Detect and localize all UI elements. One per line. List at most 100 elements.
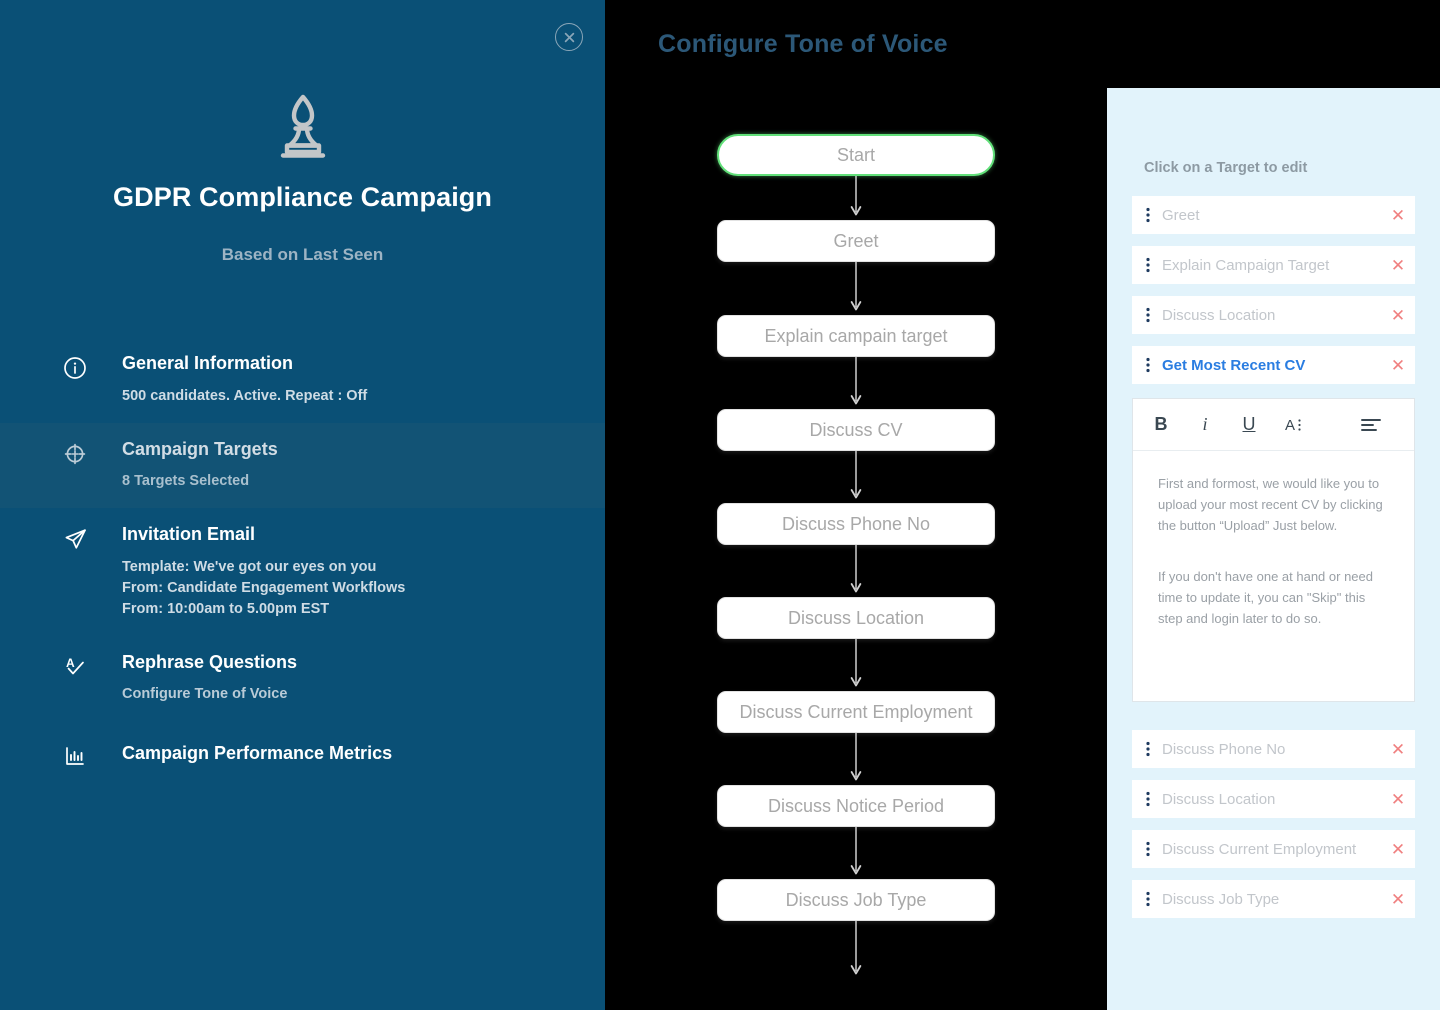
sidebar-item-sublabel: 8 Targets Selected — [122, 473, 250, 490]
drag-handle-icon[interactable] — [1132, 740, 1160, 758]
sidebar-item-general-information[interactable]: General Information 500 candidates. Acti… — [0, 337, 605, 423]
editor-paragraph: If you don't have one at hand or need ti… — [1158, 569, 1373, 627]
campaign-header: GDPR Compliance Campaign Based on Last S… — [0, 0, 605, 265]
target-label: Get Most Recent CV — [1162, 356, 1306, 374]
flow-node-label: Discuss CV — [809, 419, 903, 440]
sidebar-item-sublabel: 500 candidates. Active. Repeat : Off — [122, 387, 368, 404]
target-row-greet[interactable]: Greet ✕ — [1132, 196, 1415, 234]
editor-content[interactable]: First and formost, we would like you to … — [1133, 451, 1414, 701]
flow-node-label: Discuss Phone No — [781, 513, 931, 534]
flow-node-label: Discuss Job Type — [785, 889, 927, 910]
invitation-hours-line: From: 10:00am to 5.00pm EST — [122, 600, 330, 617]
page-title: GDPR Compliance Campaign — [113, 182, 492, 212]
info-circle-icon — [62, 355, 88, 381]
sidebar-item-campaign-performance-metrics[interactable]: Campaign Performance Metrics — [0, 721, 605, 787]
target-label: Discuss Phone No — [1162, 740, 1286, 758]
target-crosshair-icon — [62, 441, 88, 467]
align-left-icon[interactable] — [1361, 413, 1381, 437]
flow-node-greet[interactable]: Greet — [717, 220, 995, 262]
sidebar-item-label: Campaign Targets — [122, 438, 278, 459]
flow-node-label: Greet — [833, 230, 879, 251]
flow-node-discuss-cv[interactable]: Discuss CV — [717, 409, 995, 451]
close-icon[interactable]: ✕ — [1381, 841, 1415, 858]
sidebar-item-label: Invitation Email — [122, 524, 256, 545]
flow-node-discuss-current-employment[interactable]: Discuss Current Employment — [717, 691, 995, 733]
flow-node-label: Explain campain target — [764, 325, 948, 346]
close-icon[interactable]: ✕ — [1381, 891, 1415, 908]
flow-node-explain-campaign-target[interactable]: Explain campain target — [717, 315, 995, 357]
target-row-discuss-job-type[interactable]: Discuss Job Type ✕ — [1132, 880, 1415, 918]
tone-of-voice-editor[interactable]: B i U A First and formost, we would like… — [1132, 398, 1415, 702]
target-row-discuss-location[interactable]: Discuss Location ✕ — [1132, 296, 1415, 334]
drag-handle-icon[interactable] — [1132, 306, 1160, 324]
flow-connector-arrow — [849, 827, 863, 879]
close-icon[interactable]: ✕ — [1381, 357, 1415, 374]
target-label: Discuss Current Employment — [1162, 840, 1357, 858]
drag-handle-icon[interactable] — [1132, 356, 1160, 374]
targets-list-upper: Greet ✕ Explain Campaign Target ✕ Discus… — [1107, 196, 1440, 384]
flow-node-discuss-notice-period[interactable]: Discuss Notice Period — [717, 785, 995, 827]
close-icon[interactable]: ✕ — [1381, 257, 1415, 274]
flow-connector-arrow — [849, 262, 863, 315]
flow-node-discuss-job-type[interactable]: Discuss Job Type — [717, 879, 995, 921]
flowchart-canvas[interactable]: Start Greet Explain campain target Discu… — [605, 88, 1107, 1010]
close-icon[interactable]: ✕ — [1381, 741, 1415, 758]
close-icon[interactable] — [555, 23, 583, 51]
flow-node-label: Discuss Location — [787, 607, 925, 628]
paper-plane-icon — [62, 526, 88, 552]
drag-handle-icon[interactable] — [1132, 840, 1160, 858]
sidebar-item-sublabel: Configure Tone of Voice — [122, 686, 288, 703]
bold-button[interactable]: B — [1153, 413, 1169, 437]
target-row-discuss-phone-no[interactable]: Discuss Phone No ✕ — [1132, 730, 1415, 768]
flow-connector-arrow — [849, 176, 863, 220]
flow-node-discuss-location[interactable]: Discuss Location — [717, 597, 995, 639]
editor-toolbar: B i U A — [1133, 399, 1414, 451]
invitation-template-line: Template: We've got our eyes on you — [122, 558, 377, 575]
drag-handle-icon[interactable] — [1132, 790, 1160, 808]
page-subtitle: Based on Last Seen — [221, 245, 384, 264]
flow-node-discuss-phone-no[interactable]: Discuss Phone No — [717, 503, 995, 545]
sidebar-item-rephrase-questions[interactable]: A Rephrase Questions Configure Tone of V… — [0, 636, 605, 722]
flow-node-label: Start — [836, 144, 875, 165]
campaign-sidebar: GDPR Compliance Campaign Based on Last S… — [0, 0, 605, 1010]
targets-panel-inner: Click on a Target to edit Greet ✕ Explai… — [1107, 88, 1440, 1010]
flow-connector-arrow — [849, 545, 863, 597]
target-label: Discuss Job Type — [1162, 890, 1280, 908]
targets-panel: Click on a Target to edit Greet ✕ Explai… — [1107, 0, 1440, 1010]
italic-button[interactable]: i — [1197, 413, 1213, 437]
bar-chart-icon — [62, 743, 88, 769]
svg-text:A: A — [1285, 417, 1295, 434]
flow-connector-arrow-end — [849, 921, 863, 983]
drag-handle-icon[interactable] — [1132, 206, 1160, 224]
target-row-explain-campaign-target[interactable]: Explain Campaign Target ✕ — [1132, 246, 1415, 284]
flow-node-label: Discuss Current Employment — [739, 701, 973, 722]
target-label: Discuss Location — [1162, 306, 1276, 324]
close-icon[interactable]: ✕ — [1381, 307, 1415, 324]
close-icon[interactable]: ✕ — [1381, 791, 1415, 808]
flow-connector-arrow — [849, 639, 863, 691]
target-row-discuss-location-lower[interactable]: Discuss Location ✕ — [1132, 780, 1415, 818]
sidebar-nav: General Information 500 candidates. Acti… — [0, 337, 605, 787]
target-row-get-most-recent-cv[interactable]: Get Most Recent CV ✕ — [1132, 346, 1415, 384]
app-root: GDPR Compliance Campaign Based on Last S… — [0, 0, 1440, 1010]
top-header-bar: Configure Tone of Voice — [605, 0, 1440, 88]
sidebar-item-campaign-targets[interactable]: Campaign Targets 8 Targets Selected — [0, 422, 605, 509]
sidebar-item-label: General Information — [122, 353, 294, 373]
sidebar-item-label: Campaign Performance Metrics — [122, 743, 393, 764]
sidebar-item-label: Rephrase Questions — [122, 651, 298, 672]
svg-text:A: A — [66, 656, 75, 670]
drag-handle-icon[interactable] — [1132, 890, 1160, 908]
chess-bishop-icon — [0, 90, 605, 162]
invitation-from-line: From: Candidate Engagement Workflows — [122, 579, 406, 596]
flow-node-start[interactable]: Start — [717, 134, 995, 176]
sidebar-item-invitation-email[interactable]: Invitation Email Template: We've got our… — [0, 508, 605, 636]
font-size-icon[interactable]: A — [1285, 413, 1307, 437]
target-label: Greet — [1162, 206, 1200, 224]
close-icon[interactable]: ✕ — [1381, 207, 1415, 224]
editor-paragraph: First and formost, we would like you to … — [1158, 476, 1383, 534]
underline-button[interactable]: U — [1241, 413, 1257, 437]
header-title: Configure Tone of Voice — [658, 29, 948, 58]
target-label: Explain Campaign Target — [1162, 256, 1330, 274]
drag-handle-icon[interactable] — [1132, 256, 1160, 274]
target-row-discuss-current-employment[interactable]: Discuss Current Employment ✕ — [1132, 830, 1415, 868]
